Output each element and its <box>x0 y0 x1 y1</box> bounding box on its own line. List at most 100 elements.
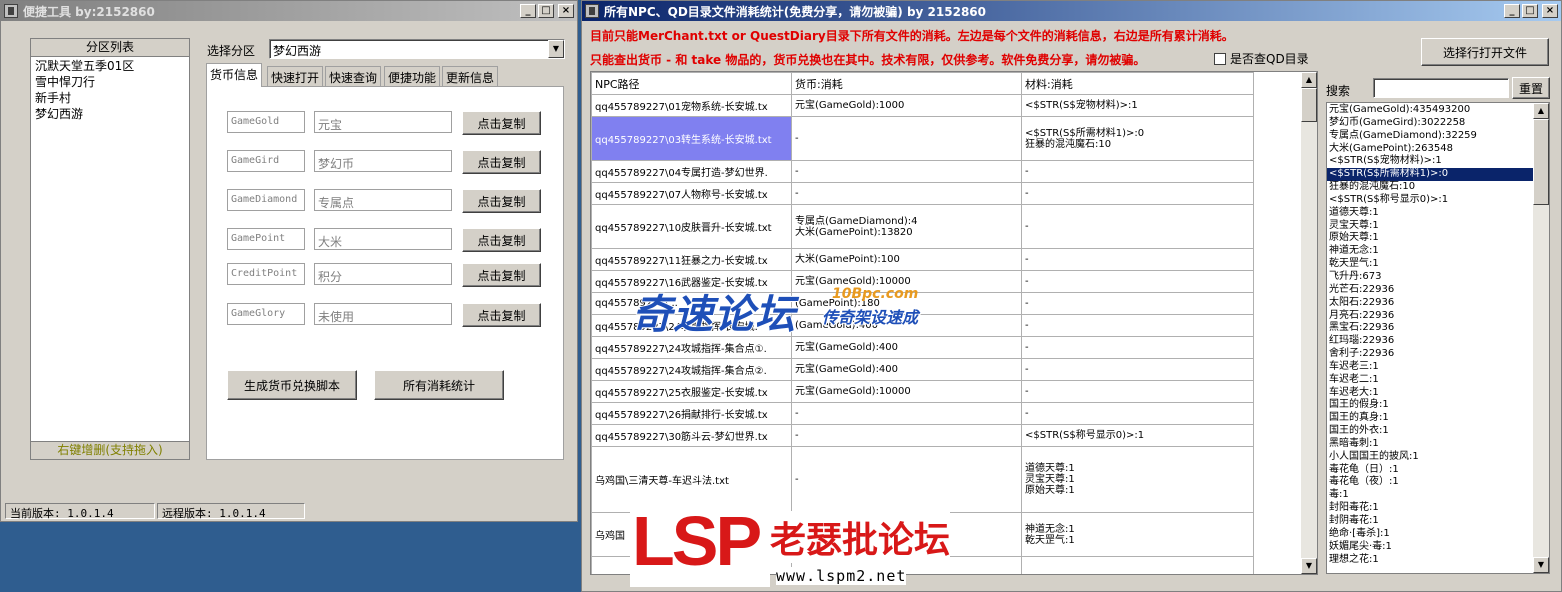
table-row[interactable]: qq455789227\01宠物系统-长安城.tx 元宝(GameGold):10… <box>591 94 1254 117</box>
material-cell[interactable]: - <box>1021 358 1254 381</box>
totals-list-item[interactable]: 神道无念:1 <box>1327 245 1533 258</box>
currency-cell[interactable]: 元宝(GameGold):400 <box>791 358 1022 381</box>
open-selected-file-button[interactable]: 选择行打开文件 <box>1421 38 1549 66</box>
npc-path-cell[interactable]: qq455789227\11狂暴之力-长安城.tx <box>591 248 792 271</box>
table-row[interactable]: qq455789227\07人物称号-长安城.tx - - <box>591 182 1254 205</box>
currency-cell[interactable]: - <box>791 424 1022 447</box>
material-cell[interactable]: 神道无念:1 乾天罡气:1 <box>1021 512 1254 557</box>
totals-scrollbar[interactable]: ▲ ▼ <box>1533 103 1549 573</box>
totals-list-item[interactable]: 乾天罡气:1 <box>1327 258 1533 271</box>
table-row[interactable]: qq455789227\26捐献排行-长安城.tx - - <box>591 402 1254 425</box>
stats-window-titlebar[interactable]: 所有NPC、QD目录文件消耗统计(免费分享，请勿被骗) by 2152860 _… <box>582 1 1561 21</box>
totals-list-item[interactable]: 理想之花:1 <box>1327 554 1533 567</box>
currency-cell[interactable]: 专属点(GameDiamond):4 大米(GamePoint):13820 <box>791 204 1022 249</box>
totals-list-item[interactable]: 毒花龟（日）:1 <box>1327 464 1533 477</box>
totals-list-item[interactable]: 封阳毒花:1 <box>1327 502 1533 515</box>
totals-list-item[interactable]: 舍利子:22936 <box>1327 348 1533 361</box>
totals-list-item[interactable]: 毒:1 <box>1327 489 1533 502</box>
npc-path-cell[interactable]: qq455789227\26捐献排行-长安城.tx <box>591 402 792 425</box>
material-cell[interactable]: 道德天尊:1 灵宝天尊:1 原始天尊:1 <box>1021 446 1254 513</box>
totals-list-item[interactable]: 大米(GamePoint):263548 <box>1327 143 1533 156</box>
currency-name-field[interactable]: 梦幻币 <box>314 150 452 172</box>
zone-list-item[interactable]: 新手村 <box>31 90 189 106</box>
maximize-button[interactable]: □ <box>1522 4 1538 18</box>
material-cell[interactable]: - <box>1021 204 1254 249</box>
npc-path-cell[interactable]: qq455789227\01宠物系统-长安城.tx <box>591 94 792 117</box>
totals-list-item[interactable]: <$STR(S$宠物材料)>:1 <box>1327 155 1533 168</box>
minimize-button[interactable]: _ <box>520 4 536 18</box>
material-cell[interactable]: - <box>1021 160 1254 183</box>
totals-list-item[interactable]: 毒花龟（夜）:1 <box>1327 476 1533 489</box>
totals-list-item[interactable]: 原始天尊:1 <box>1327 232 1533 245</box>
material-cell[interactable]: - <box>1021 336 1254 359</box>
currency-cell[interactable]: - <box>791 116 1022 161</box>
zone-list-item[interactable]: 梦幻西游 <box>31 106 189 122</box>
tool-window-titlebar[interactable]: 便捷工具 by:2152860 _ □ × <box>1 1 577 21</box>
copy-button[interactable]: 点击复制 <box>462 111 541 135</box>
totals-list-item[interactable]: 元宝(GameGold):435493200 <box>1327 104 1533 117</box>
qd-checkbox-wrap[interactable]: 是否查QD目录 <box>1214 50 1309 67</box>
tab-currency-info[interactable]: 货币信息 <box>206 63 263 87</box>
totals-list-item[interactable]: 绝命·[毒杀]:1 <box>1327 528 1533 541</box>
currency-cell[interactable]: - <box>791 446 1022 513</box>
copy-button[interactable]: 点击复制 <box>462 189 541 213</box>
currency-cell[interactable]: 大米(GamePoint):100 <box>791 248 1022 271</box>
scroll-up-arrow[interactable]: ▲ <box>1301 72 1317 88</box>
scroll-up-arrow[interactable]: ▲ <box>1533 103 1549 119</box>
totals-list-item[interactable]: 道德天尊:1 <box>1327 207 1533 220</box>
currency-key-field[interactable]: GameGold <box>227 111 305 133</box>
currency-cell[interactable]: 元宝(GameGold):400 <box>791 336 1022 359</box>
scroll-down-arrow[interactable]: ▼ <box>1301 558 1317 574</box>
copy-button[interactable]: 点击复制 <box>462 303 541 327</box>
table-scrollbar[interactable]: ▲ ▼ <box>1301 72 1317 574</box>
tab-update-info[interactable]: 更新信息 <box>442 66 499 86</box>
scroll-thumb[interactable] <box>1533 119 1549 205</box>
chevron-down-icon[interactable]: ▼ <box>548 40 564 58</box>
currency-key-field[interactable]: GamePoint <box>227 228 305 250</box>
material-cell[interactable]: - <box>1021 248 1254 271</box>
currency-cell[interactable]: - <box>791 402 1022 425</box>
material-cell[interactable]: - <box>1021 270 1254 293</box>
scroll-down-arrow[interactable]: ▼ <box>1533 557 1549 573</box>
npc-path-cell[interactable]: qq455789227\25衣服鉴定-长安城.tx <box>591 380 792 403</box>
currency-name-field[interactable]: 专属点 <box>314 189 452 211</box>
currency-name-field[interactable]: 大米 <box>314 228 452 250</box>
npc-path-cell[interactable]: qq455789227\10皮肤晋升-长安城.txt <box>591 204 792 249</box>
totals-list-item[interactable]: <$STR(S$所需材料1)>:0 <box>1327 168 1533 182</box>
reset-button[interactable]: 重置 <box>1512 77 1550 99</box>
material-cell[interactable]: <$STR(S$所需材料1)>:0 狂暴的混沌魔石:10 <box>1021 116 1254 161</box>
material-cell[interactable]: - <box>1021 402 1254 425</box>
npc-path-cell[interactable]: qq455789227\07人物称号-长安城.tx <box>591 182 792 205</box>
currency-key-field[interactable]: CreditPoint <box>227 263 305 285</box>
npc-path-cell[interactable]: qq455789227\24攻城指挥-集合点②. <box>591 358 792 381</box>
maximize-button[interactable]: □ <box>538 4 554 18</box>
totals-list-item[interactable]: 国王的外衣:1 <box>1327 425 1533 438</box>
table-row[interactable]: qq455789227\10皮肤晋升-长安城.txt 专属点(GameDiamon… <box>591 204 1254 249</box>
totals-list-item[interactable]: 车迟老三:1 <box>1327 361 1533 374</box>
totals-list-item[interactable]: 太阳石:22936 <box>1327 297 1533 310</box>
qd-checkbox[interactable] <box>1214 52 1226 65</box>
currency-key-field[interactable]: GameDiamond <box>227 189 305 211</box>
totals-list-item[interactable]: 小人国国王的披风:1 <box>1327 451 1533 464</box>
table-row[interactable]: qq455789227\11狂暴之力-长安城.tx 大米(GamePoint):1… <box>591 248 1254 271</box>
totals-list-item[interactable]: 黑暗毒刺:1 <box>1327 438 1533 451</box>
currency-cell[interactable]: - <box>791 182 1022 205</box>
col-header-npc-path[interactable]: NPC路径 <box>591 72 792 95</box>
close-button[interactable]: × <box>1542 4 1558 18</box>
tab-quick-query[interactable]: 快速查询 <box>325 66 382 86</box>
all-consumption-stats-button[interactable]: 所有消耗统计 <box>374 370 504 400</box>
material-cell[interactable]: - <box>1021 292 1254 315</box>
table-row[interactable]: qq455789227\24攻城指挥-集合点②. 元宝(GameGold):400… <box>591 358 1254 381</box>
table-row[interactable]: qq455789227\03转生系统-长安城.txt - <$STR(S$所需材料1… <box>591 116 1254 161</box>
currency-cell[interactable]: 元宝(GameGold):10000 <box>791 380 1022 403</box>
currency-key-field[interactable]: GameGlory <box>227 303 305 325</box>
close-button[interactable]: × <box>558 4 574 18</box>
totals-list-item[interactable]: 车迟老二:1 <box>1327 374 1533 387</box>
zone-list-item[interactable]: 雪中悍刀行 <box>31 74 189 90</box>
currency-cell[interactable]: 元宝(GameGold):1000 <box>791 94 1022 117</box>
col-header-material[interactable]: 材料:消耗 <box>1021 72 1254 95</box>
zone-list-item[interactable]: 沉默天堂五季01区 <box>31 58 189 74</box>
material-cell[interactable]: - <box>1021 182 1254 205</box>
totals-list-item[interactable]: 红玛瑙:22936 <box>1327 335 1533 348</box>
table-row[interactable]: qq455789227\30筋斗云-梦幻世界.tx - <$STR(S$称号显示0)… <box>591 424 1254 447</box>
